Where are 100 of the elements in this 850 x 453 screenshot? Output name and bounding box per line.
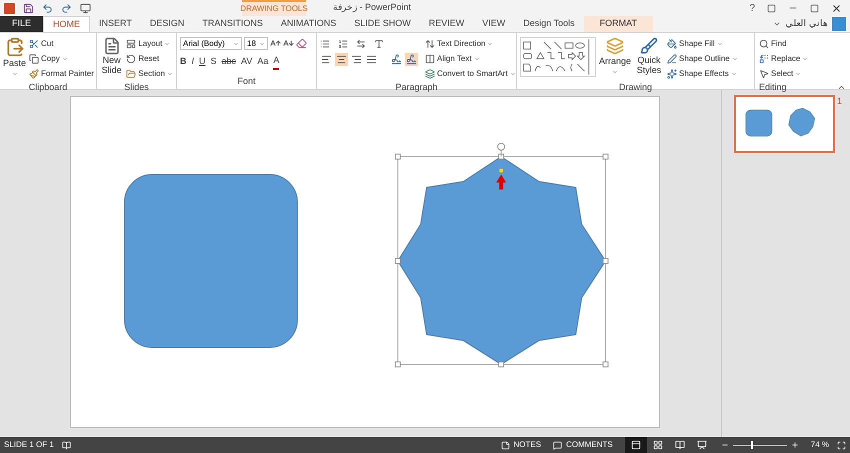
font-style-button[interactable]: A — [273, 54, 280, 70]
ribbon-button[interactable]: Layout — [126, 37, 173, 51]
clear-format-icon[interactable] — [296, 38, 307, 49]
contextual-tab-group: DRAWING TOOLS — [242, 0, 306, 16]
zoom-thumb[interactable] — [750, 441, 753, 449]
alignment-button[interactable] — [335, 53, 348, 66]
ribbon-button[interactable]: Shape Fill — [667, 37, 738, 51]
brush-icon — [640, 37, 658, 55]
help-button[interactable]: ? — [749, 0, 755, 16]
font-style-button[interactable]: AV — [241, 55, 252, 68]
font-style-button[interactable]: Aa — [257, 55, 268, 68]
new-slide-button[interactable]: New Slide — [100, 37, 124, 81]
caret-icon[interactable] — [773, 20, 782, 28]
caret-icon — [612, 68, 618, 74]
notes-icon — [500, 440, 510, 450]
ribbon-button[interactable]: Reset — [126, 52, 173, 66]
group-label: Slides — [124, 81, 149, 94]
fit-slide-icon[interactable] — [837, 440, 846, 450]
ribbon-tab[interactable]: FORMAT — [584, 16, 653, 32]
font-style-button[interactable]: U — [199, 55, 206, 68]
effects-icon — [667, 69, 678, 79]
arrange-icon — [606, 37, 624, 55]
shapes-gallery[interactable] — [520, 37, 596, 77]
normal-view-icon — [630, 440, 641, 450]
ribbon-button[interactable]: Shape Outline — [667, 52, 738, 66]
caret-icon — [487, 41, 494, 47]
ribbon-button[interactable]: Shape Effects — [667, 67, 738, 81]
book-view-icon — [674, 440, 685, 450]
slideshow-icon[interactable] — [80, 2, 91, 14]
ribbon-tab[interactable]: FILE — [0, 16, 44, 32]
caret-icon — [510, 71, 516, 77]
ribbon-tab[interactable]: DESIGN — [140, 16, 194, 32]
ribbon-button[interactable]: Convert to SmartArt — [425, 67, 516, 81]
paintbrush-icon — [29, 69, 40, 79]
paste-button[interactable]: Paste — [3, 37, 26, 81]
search-icon — [759, 39, 769, 49]
close-icon[interactable] — [831, 2, 842, 14]
caret-icon — [167, 71, 173, 77]
ribbon-button[interactable]: Copy — [29, 52, 94, 66]
save-icon[interactable] — [23, 2, 34, 14]
caret-icon — [259, 40, 265, 46]
zoom-percent[interactable]: 74 % — [810, 439, 829, 451]
group-label: Clipboard — [28, 81, 68, 94]
font-style-button[interactable]: abc — [222, 55, 236, 68]
ribbon-button[interactable]: Select — [759, 67, 846, 81]
quick-styles-button[interactable]: Quick Styles — [634, 37, 664, 81]
ribbon-tab[interactable]: INSERT — [90, 16, 141, 32]
slide-icon — [102, 37, 121, 55]
ribbon-button[interactable]: Section — [126, 67, 173, 81]
font-style-button[interactable]: S — [210, 55, 217, 68]
selected-star-shape[interactable] — [394, 142, 608, 368]
user-name[interactable]: هاني العلي — [785, 17, 828, 31]
caret-icon — [474, 56, 480, 62]
ribbon-tab[interactable]: HOME — [43, 16, 90, 32]
rounded-square-shape[interactable] — [124, 174, 298, 348]
copy-icon — [29, 54, 40, 64]
grid-view-icon — [652, 440, 663, 450]
ribbon-button[interactable]: Text Direction — [425, 37, 516, 51]
caret-icon — [12, 70, 18, 76]
zoom-in-icon[interactable] — [790, 441, 799, 449]
shrink-font-icon[interactable] — [283, 38, 294, 49]
undo-icon[interactable] — [42, 2, 53, 14]
grow-font-icon[interactable] — [270, 38, 281, 49]
ribbon-tab[interactable]: SLIDE SHOW — [345, 16, 420, 32]
reset-icon — [126, 54, 136, 64]
ribbon-button[interactable]: Find — [759, 37, 846, 51]
slide-canvas[interactable] — [70, 96, 660, 428]
arrow-icon — [496, 174, 506, 190]
alignment-button[interactable] — [350, 53, 363, 66]
font-size-field[interactable]: 18 — [244, 37, 268, 50]
caret-icon — [730, 71, 737, 77]
ribbon-button[interactable]: Format Painter — [29, 67, 94, 81]
alignment-button[interactable] — [365, 53, 378, 66]
pen-icon — [667, 54, 678, 64]
ribbon-button[interactable]: Replace — [759, 52, 846, 66]
caret-icon — [233, 40, 239, 46]
redo-icon[interactable] — [61, 2, 72, 14]
ribbon-tab[interactable]: ANIMATIONS — [272, 16, 346, 32]
font-style-button[interactable]: I — [192, 55, 194, 68]
window-title: زخرفة - PowerPoint — [333, 1, 412, 14]
ribbon-tab[interactable]: TRANSITIONS — [193, 16, 272, 32]
ribbon-button[interactable]: Align Text — [425, 52, 516, 66]
font-name-field[interactable]: Arial (Body) — [180, 37, 242, 50]
zoom-slider[interactable] — [732, 441, 787, 449]
ribbon-tab[interactable]: Design Tools — [514, 16, 584, 32]
notes-button[interactable]: NOTES — [500, 439, 542, 451]
clipboard-icon — [4, 37, 24, 57]
align-right-icon — [351, 54, 362, 65]
view-button[interactable] — [624, 437, 647, 453]
app-logo-icon — [4, 2, 15, 14]
arrange-button[interactable]: Arrange — [599, 37, 632, 81]
ribbon-tab[interactable]: VIEW — [473, 16, 514, 32]
pointer-icon — [759, 69, 769, 79]
restore-icon[interactable] — [810, 4, 819, 12]
alignment-button[interactable] — [320, 53, 333, 66]
font-style-button[interactable]: B — [180, 55, 186, 68]
ribbon-button[interactable]: Cut — [29, 37, 94, 51]
ribbon-tab[interactable]: REVIEW — [420, 16, 474, 32]
comments-button[interactable]: COMMENTS — [553, 439, 613, 451]
slide-thumbnail[interactable] — [734, 95, 835, 153]
